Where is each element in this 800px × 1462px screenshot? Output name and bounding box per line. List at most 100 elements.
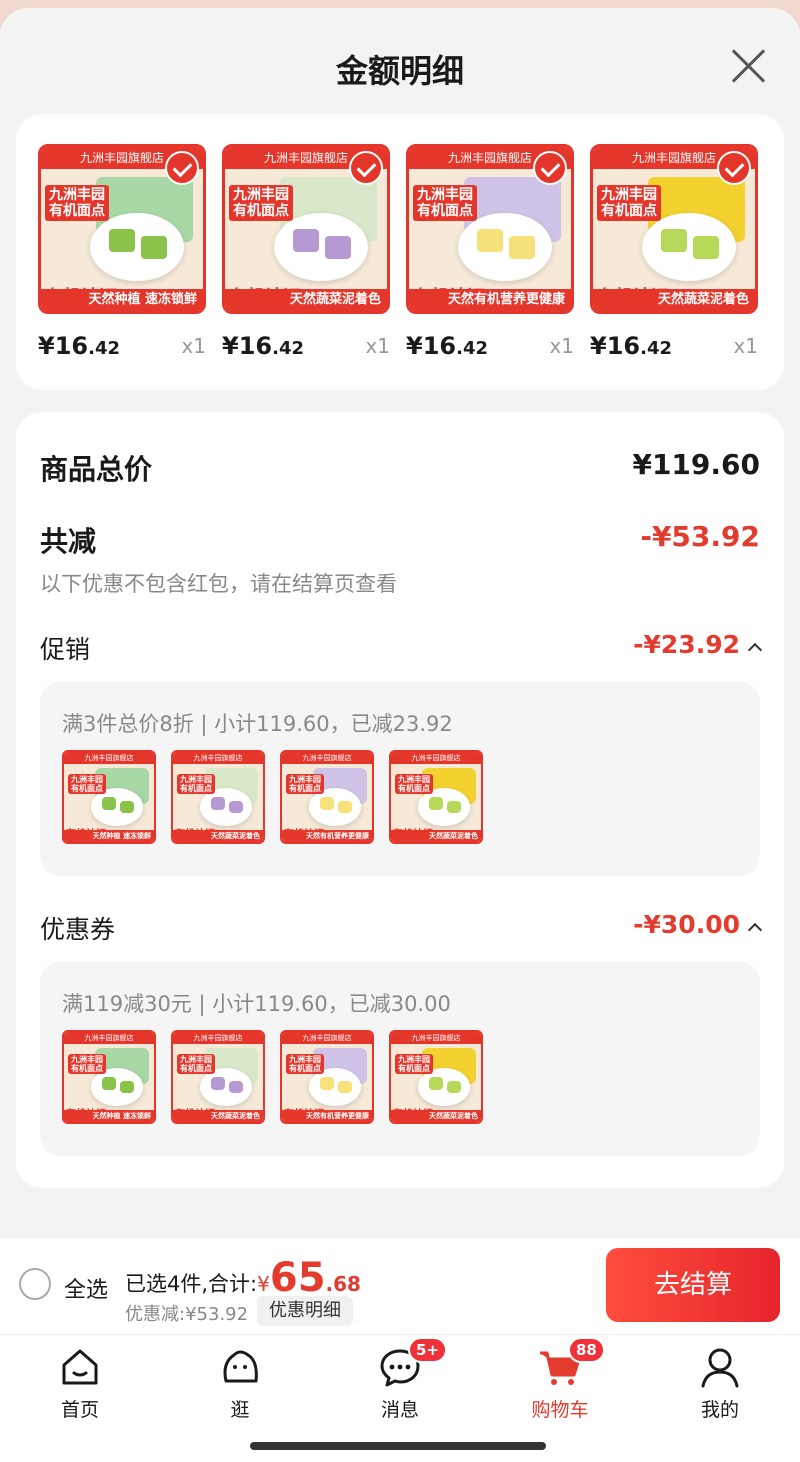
product-slogan: 天然蔬菜泥着色 <box>173 830 263 842</box>
price-decimal: .42 <box>640 338 672 359</box>
coupon-toggle[interactable]: -¥30.00 <box>633 910 763 939</box>
food-graphic <box>693 235 720 259</box>
tab-home[interactable]: 首页 <box>20 1345 140 1425</box>
close-icon[interactable] <box>728 46 768 86</box>
food-graphic <box>337 1080 353 1094</box>
coupon-label: 优惠券 <box>40 915 116 944</box>
product-tag: 九洲丰园有机面点 <box>286 774 324 794</box>
product-image: 九洲丰园旗舰店九洲丰园有机面点有机认证天然蔬菜泥着色 <box>590 144 758 314</box>
food-graphic <box>337 800 353 814</box>
cart-icon: 88 <box>538 1337 605 1389</box>
food-graphic <box>119 800 135 814</box>
tab-label: 逛 <box>230 1399 250 1421</box>
food-graphic <box>509 235 536 259</box>
coupon-product-thumb[interactable]: 九洲丰园旗舰店九洲丰园有机面点有机认证天然有机营养更健康 <box>280 1030 374 1124</box>
tab-profile[interactable]: 我的 <box>660 1345 780 1425</box>
product-item[interactable]: 九洲丰园旗舰店九洲丰园有机面点有机认证天然蔬菜泥着色 ¥16.42 x1 <box>222 144 390 368</box>
product-tag: 九洲丰园有机面点 <box>413 185 477 221</box>
coupon-product-thumb[interactable]: 九洲丰园旗舰店九洲丰园有机面点有机认证天然蔬菜泥着色 <box>171 1030 265 1124</box>
coupon-product-thumb[interactable]: 九洲丰园旗舰店九洲丰园有机面点有机认证天然蔬菜泥着色 <box>389 1030 483 1124</box>
promotion-product-thumb[interactable]: 九洲丰园旗舰店九洲丰园有机面点有机认证天然蔬菜泥着色 <box>389 750 483 844</box>
coupon-product-thumb[interactable]: 九洲丰园旗舰店九洲丰园有机面点有机认证天然种植 速冻锁鲜 <box>62 1030 156 1124</box>
product-image: 九洲丰园旗舰店九洲丰园有机面点有机认证天然蔬菜泥着色 <box>389 1030 483 1124</box>
check-icon[interactable] <box>533 151 567 185</box>
food-graphic <box>428 797 444 810</box>
product-item[interactable]: 九洲丰园旗舰店九洲丰园有机面点有机认证天然蔬菜泥着色 ¥16.42 x1 <box>590 144 758 368</box>
tab-messages[interactable]: 5+ 消息 <box>340 1337 460 1425</box>
food-graphic <box>446 1080 462 1094</box>
promotion-value: -¥23.92 <box>633 630 740 659</box>
discount-detail-button[interactable]: 优惠明细 <box>257 1296 353 1326</box>
selected-total: 已选4件,合计:¥65.68 <box>125 1258 361 1298</box>
amount-detail-sheet: 金额明细 九洲丰园旗舰店九洲丰园有机面点有机认证天然种植 速冻锁鲜¥16.42x… <box>0 8 800 1238</box>
food-graphic <box>101 797 117 810</box>
product-image: 九洲丰园旗舰店九洲丰园有机面点有机认证天然种植 速冻锁鲜 <box>62 1030 156 1124</box>
product-price-row: ¥16.42 x1 <box>222 324 390 368</box>
food-graphic <box>428 1077 444 1090</box>
checkout-button[interactable]: 去结算 <box>606 1248 780 1322</box>
selected-count-text: 已选4件,合计: <box>125 1272 258 1296</box>
price-decimal: .42 <box>88 338 120 359</box>
product-image: 九洲丰园旗舰店九洲丰园有机面点有机认证天然有机营养更健康 <box>406 144 574 314</box>
product-tag: 九洲丰园有机面点 <box>395 1054 433 1074</box>
food-graphic <box>101 1077 117 1090</box>
check-icon[interactable] <box>717 151 751 185</box>
plate-graphic <box>273 212 368 282</box>
product-price: ¥16.42 <box>590 332 672 360</box>
goods-total-value: ¥119.60 <box>632 448 760 481</box>
price-integer: ¥16 <box>222 332 273 360</box>
message-icon: 5+ <box>378 1337 448 1389</box>
product-slogan: 天然蔬菜泥着色 <box>173 1110 263 1122</box>
select-all-radio[interactable] <box>19 1268 51 1300</box>
product-image: 九洲丰园旗舰店九洲丰园有机面点有机认证天然蔬菜泥着色 <box>171 750 265 844</box>
price-integer: ¥16 <box>38 332 89 360</box>
product-item[interactable]: 九洲丰园旗舰店九洲丰园有机面点有机认证天然种植 速冻锁鲜 ¥16.42 x1 <box>38 144 206 368</box>
store-banner: 九洲丰园旗舰店 <box>282 752 372 764</box>
promotion-product-thumb[interactable]: 九洲丰园旗舰店九洲丰园有机面点有机认证天然蔬菜泥着色 <box>171 750 265 844</box>
total-decimal: .68 <box>325 1272 361 1296</box>
product-slogan: 天然蔬菜泥着色 <box>391 1110 481 1122</box>
product-slogan: 天然蔬菜泥着色 <box>391 830 481 842</box>
product-tag: 九洲丰园有机面点 <box>597 185 661 221</box>
store-banner: 九洲丰园旗舰店 <box>282 1032 372 1044</box>
product-image: 九洲丰园旗舰店九洲丰园有机面点有机认证天然蔬菜泥着色 <box>389 750 483 844</box>
food-graphic <box>119 1080 135 1094</box>
tab-label: 购物车 <box>531 1399 589 1421</box>
food-graphic <box>210 1077 226 1090</box>
tab-label: 消息 <box>380 1399 419 1421</box>
product-tag: 九洲丰园有机面点 <box>286 1054 324 1074</box>
product-item[interactable]: 九洲丰园旗舰店九洲丰园有机面点有机认证天然有机营养更健康 ¥16.42 x1 <box>406 144 574 368</box>
product-quantity: x1 <box>733 334 758 358</box>
tab-label: 我的 <box>700 1399 739 1421</box>
product-quantity: x1 <box>549 334 574 358</box>
product-slogan: 天然种植 速冻锁鲜 <box>64 830 154 842</box>
store-banner: 九洲丰园旗舰店 <box>64 1032 154 1044</box>
product-quantity: x1 <box>181 334 206 358</box>
currency-symbol: ¥ <box>257 1272 270 1296</box>
product-image: 九洲丰园旗舰店九洲丰园有机面点有机认证天然种植 速冻锁鲜 <box>38 144 206 314</box>
promotion-product-thumb[interactable]: 九洲丰园旗舰店九洲丰园有机面点有机认证天然有机营养更健康 <box>280 750 374 844</box>
product-slogan: 天然有机营养更健康 <box>282 1110 372 1122</box>
product-tag: 九洲丰园有机面点 <box>45 185 109 221</box>
product-price: ¥16.42 <box>222 332 304 360</box>
message-badge: 5+ <box>408 1337 448 1363</box>
food-graphic <box>293 229 319 252</box>
promotion-detail-box: 满3件总价8折 | 小计119.60，已减23.92 九洲丰园旗舰店 九洲丰园有机… <box>40 682 760 876</box>
tab-cart[interactable]: 88 购物车 <box>500 1337 620 1425</box>
check-icon[interactable] <box>349 151 383 185</box>
product-quantity: x1 <box>365 334 390 358</box>
promotion-product-thumb[interactable]: 九洲丰园旗舰店九洲丰园有机面点有机认证天然种植 速冻锁鲜 <box>62 750 156 844</box>
check-icon[interactable] <box>165 151 199 185</box>
select-all-label[interactable]: 全选 <box>64 1272 108 1304</box>
food-graphic <box>141 235 168 259</box>
goods-total-label: 商品总价 <box>40 453 153 486</box>
tab-browse[interactable]: 逛 <box>180 1345 300 1425</box>
store-banner: 九洲丰园旗舰店 <box>173 752 263 764</box>
home-icon <box>58 1345 102 1389</box>
promotion-toggle[interactable]: -¥23.92 <box>633 630 763 659</box>
chevron-up-icon <box>747 642 763 658</box>
coupon-detail-box: 满119减30元 | 小计119.60，已减30.00 九洲丰园旗舰店 九洲丰园有… <box>40 962 760 1156</box>
food-graphic <box>661 229 687 252</box>
price-decimal: .42 <box>456 338 488 359</box>
food-graphic <box>319 797 335 810</box>
